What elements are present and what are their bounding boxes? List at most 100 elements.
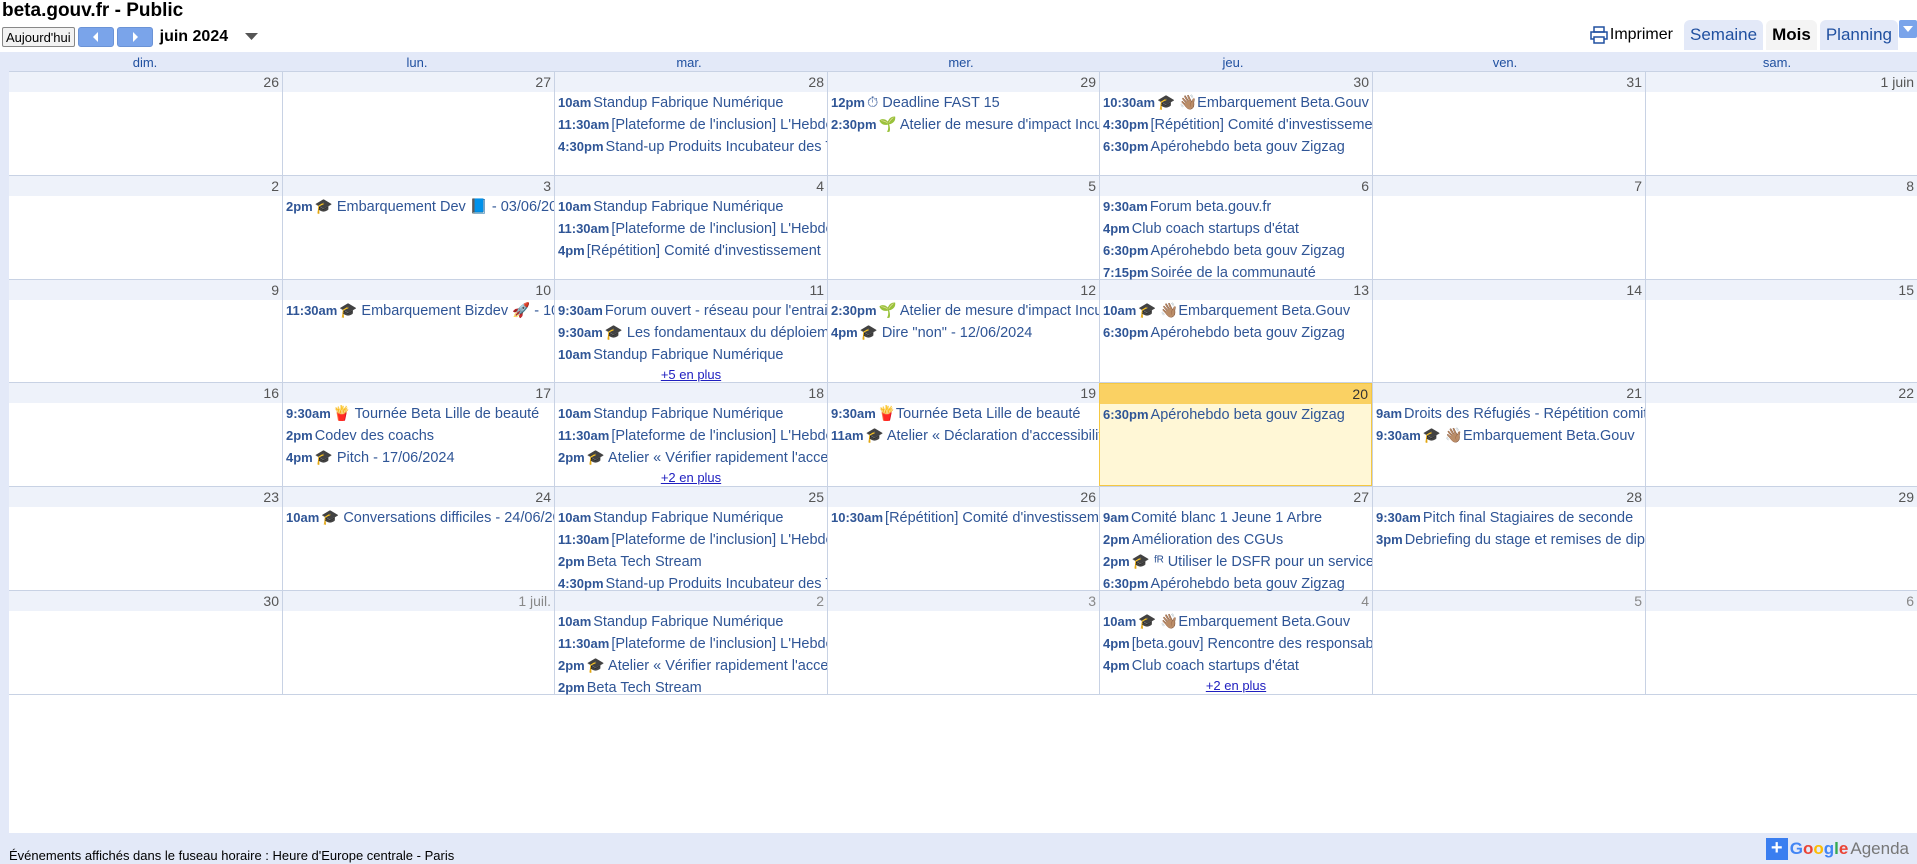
calendar-event[interactable]: 2pm 🎓 Atelier « Vérifier rapidement l'acc… xyxy=(555,655,827,677)
calendar-event[interactable]: 10am 🎓 👋🏽Embarquement Beta.Gouv xyxy=(1100,611,1372,633)
prev-button[interactable] xyxy=(77,27,114,47)
day-cell[interactable]: 18 10am Standup Fabrique Numérique 11:30am[… xyxy=(554,383,827,486)
day-cell[interactable]: 29 xyxy=(1645,487,1917,590)
day-number[interactable]: 3 xyxy=(828,591,1099,611)
day-number[interactable]: 4 xyxy=(555,176,827,196)
calendar-event[interactable]: 10am Standup Fabrique Numérique xyxy=(555,403,827,425)
calendar-event[interactable]: 9:30am 🍟Tournée Beta Lille de beauté xyxy=(828,403,1099,425)
calendar-event[interactable]: 10am Standup Fabrique Numérique xyxy=(555,344,827,366)
calendar-event[interactable]: 11:30am🎓 Embarquement Bizdev 🚀 - 10/06/2… xyxy=(283,300,554,322)
calendar-event[interactable]: 12pm ⏱ Deadline FAST 15 xyxy=(828,92,1099,114)
day-number[interactable]: 16 xyxy=(9,383,282,403)
day-number[interactable]: 29 xyxy=(828,72,1099,92)
calendar-event[interactable]: 10am 🎓 👋🏽Embarquement Beta.Gouv xyxy=(1100,300,1372,322)
day-cell[interactable]: 7 xyxy=(1372,176,1645,279)
day-cell[interactable]: 28 9:30am Pitch final Stagiaires de second… xyxy=(1372,487,1645,590)
day-cell[interactable]: 3 xyxy=(827,591,1099,694)
day-number[interactable]: 14 xyxy=(1373,280,1645,300)
calendar-event[interactable]: 10:30am [Répétition] Comité d'investissem… xyxy=(828,507,1099,529)
day-number[interactable]: 24 xyxy=(283,487,554,507)
day-cell[interactable]: 26 10:30am [Répétition] Comité d'investiss… xyxy=(827,487,1099,590)
day-cell[interactable]: 15 xyxy=(1645,280,1917,382)
day-cell[interactable]: 5 xyxy=(1372,591,1645,694)
calendar-event[interactable]: 2pm Amélioration des CGUs xyxy=(1100,529,1372,551)
day-cell[interactable]: 24 10am 🎓 Conversations difficiles - 24/06… xyxy=(282,487,554,590)
next-button[interactable] xyxy=(116,27,153,47)
calendar-event[interactable]: 4:30pm [Répétition] Comité d'investisseme… xyxy=(1100,114,1372,136)
calendar-event[interactable]: 11:30am [Plateforme de l'inclusion] L'Heb… xyxy=(555,114,827,136)
day-number[interactable]: 19 xyxy=(828,383,1099,403)
day-cell[interactable]: 30 10:30am 🎓 👋🏽Embarquement Beta.Gouv 4:30p… xyxy=(1099,72,1372,175)
calendar-event[interactable]: 9:30am 🎓 Les fondamentaux du déploiement xyxy=(555,322,827,344)
day-number[interactable]: 29 xyxy=(1646,487,1917,507)
day-number[interactable]: 1 juin xyxy=(1646,72,1917,92)
day-cell[interactable]: 12 2:30pm 🌱 Atelier de mesure d'impact Inc… xyxy=(827,280,1099,382)
day-number[interactable]: 23 xyxy=(9,487,282,507)
day-cell[interactable]: 27 9am Comité blanc 1 Jeune 1 Arbre 2pm Amél… xyxy=(1099,487,1372,592)
calendar-event[interactable]: 10am Standup Fabrique Numérique xyxy=(555,611,827,633)
day-number[interactable]: 22 xyxy=(1646,383,1917,403)
day-number[interactable]: 30 xyxy=(1100,72,1372,92)
day-number[interactable]: 6 xyxy=(1646,591,1917,611)
calendar-event[interactable]: 9am Droits des Réfugiés - Répétition comi… xyxy=(1373,403,1645,425)
calendar-event[interactable]: 2pm 🎓 ᶠᴿ Utiliser le DSFR pour un service xyxy=(1100,551,1372,573)
day-number[interactable]: 18 xyxy=(555,383,827,403)
day-cell[interactable]: 3 2pm 🎓 Embarquement Dev 📘 - 03/06/2024 xyxy=(282,176,554,279)
day-cell[interactable]: 1 juin xyxy=(1645,72,1917,175)
day-number[interactable]: 2 xyxy=(555,591,827,611)
day-cell[interactable]: 19 9:30am 🍟Tournée Beta Lille de beauté 11a… xyxy=(827,383,1099,486)
calendar-event[interactable]: 4pm [Répétition] Comité d'investissement xyxy=(555,240,827,262)
calendar-event[interactable]: 10:30am 🎓 👋🏽Embarquement Beta.Gouv xyxy=(1100,92,1372,114)
day-number[interactable]: 30 xyxy=(9,591,282,611)
calendar-event[interactable]: 11:30am [Plateforme de l'inclusion] L'Heb… xyxy=(555,425,827,447)
tab-month[interactable]: Mois xyxy=(1766,20,1817,50)
print-button[interactable]: Imprimer xyxy=(1590,26,1673,44)
day-number[interactable]: 26 xyxy=(9,72,282,92)
day-cell[interactable]: 17 9:30am 🍟 Tournée Beta Lille de beauté 2p… xyxy=(282,383,554,486)
calendar-event[interactable]: 11:30am [Plateforme de l'inclusion] L'Heb… xyxy=(555,529,827,551)
calendar-event[interactable]: 9:30am Forum ouvert - réseau pour l'entra… xyxy=(555,300,827,322)
day-number[interactable]: 2 xyxy=(9,176,282,196)
calendar-event[interactable]: 4pm Club coach startups d'état xyxy=(1100,218,1372,240)
day-cell[interactable]: 28 10am Standup Fabrique Numérique 11:30am[… xyxy=(554,72,827,175)
day-number[interactable]: 15 xyxy=(1646,280,1917,300)
calendar-event[interactable]: 10am 🎓 Conversations difficiles - 24/06/2… xyxy=(283,507,554,529)
day-number[interactable]: 27 xyxy=(283,72,554,92)
day-number[interactable]: 11 xyxy=(555,280,827,300)
calendar-event[interactable]: 10am Standup Fabrique Numérique xyxy=(555,507,827,529)
day-cell[interactable]: 4 10am 🎓 👋🏽Embarquement Beta.Gouv 4pm [beta.… xyxy=(1099,591,1372,694)
day-cell[interactable]: 4 10am Standup Fabrique Numérique 11:30am [P… xyxy=(554,176,827,279)
calendar-event[interactable]: 4pm [beta.gouv] Rencontre des responsable… xyxy=(1100,633,1372,655)
day-cell[interactable]: 20 6:30pm Apérohebdo beta gouv Zigzag xyxy=(1099,383,1372,486)
day-cell[interactable]: 11 9:30am Forum ouvert - réseau pour l'ent… xyxy=(554,280,827,382)
calendar-event[interactable]: 9am Comité blanc 1 Jeune 1 Arbre xyxy=(1100,507,1372,529)
day-number[interactable]: 6 xyxy=(1100,176,1372,196)
day-number[interactable]: 9 xyxy=(9,280,282,300)
calendar-event[interactable]: 2pm Beta Tech Stream xyxy=(555,677,827,699)
day-cell[interactable]: 21 9am Droits des Réfugiés - Répétition co… xyxy=(1372,383,1645,486)
day-cell[interactable]: 6 xyxy=(1645,591,1917,694)
day-number[interactable]: 28 xyxy=(1373,487,1645,507)
calendar-event[interactable]: 11:30am [Plateforme de l'inclusion] L'Heb… xyxy=(555,218,827,240)
calendar-event[interactable]: 2:30pm🌱 Atelier de mesure d'impact Incub… xyxy=(828,114,1099,136)
calendar-event[interactable]: 9:30am 🍟 Tournée Beta Lille de beauté xyxy=(283,403,554,425)
view-dropdown-button[interactable] xyxy=(1899,20,1917,38)
calendar-event[interactable]: 4pm Club coach startups d'état xyxy=(1100,655,1372,677)
calendar-event[interactable]: 3pm Debriefing du stage et remises de dip… xyxy=(1373,529,1645,551)
calendar-event[interactable]: 2pm Beta Tech Stream xyxy=(555,551,827,573)
day-cell[interactable]: 16 xyxy=(9,383,282,486)
day-number[interactable]: 21 xyxy=(1373,383,1645,403)
calendar-event[interactable]: 4:30pmStand-up Produits Incubateur des T… xyxy=(555,136,827,158)
day-number[interactable]: 5 xyxy=(1373,591,1645,611)
day-number[interactable]: 4 xyxy=(1100,591,1372,611)
day-cell[interactable]: 23 xyxy=(9,487,282,590)
day-number[interactable]: 1 juil. xyxy=(283,591,554,611)
day-cell[interactable]: 1011:30am🎓 Embarquement Bizdev 🚀 - 10/06… xyxy=(282,280,554,382)
day-cell[interactable]: 14 xyxy=(1372,280,1645,382)
calendar-event[interactable]: 6:30pm Apérohebdo beta gouv Zigzag xyxy=(1100,404,1371,426)
day-cell[interactable]: 5 xyxy=(827,176,1099,279)
day-cell[interactable]: 27 xyxy=(282,72,554,175)
calendar-event[interactable]: 11:30am [Plateforme de l'inclusion] L'Heb… xyxy=(555,633,827,655)
day-number[interactable]: 12 xyxy=(828,280,1099,300)
more-events-link[interactable]: +2 en plus xyxy=(555,469,827,487)
